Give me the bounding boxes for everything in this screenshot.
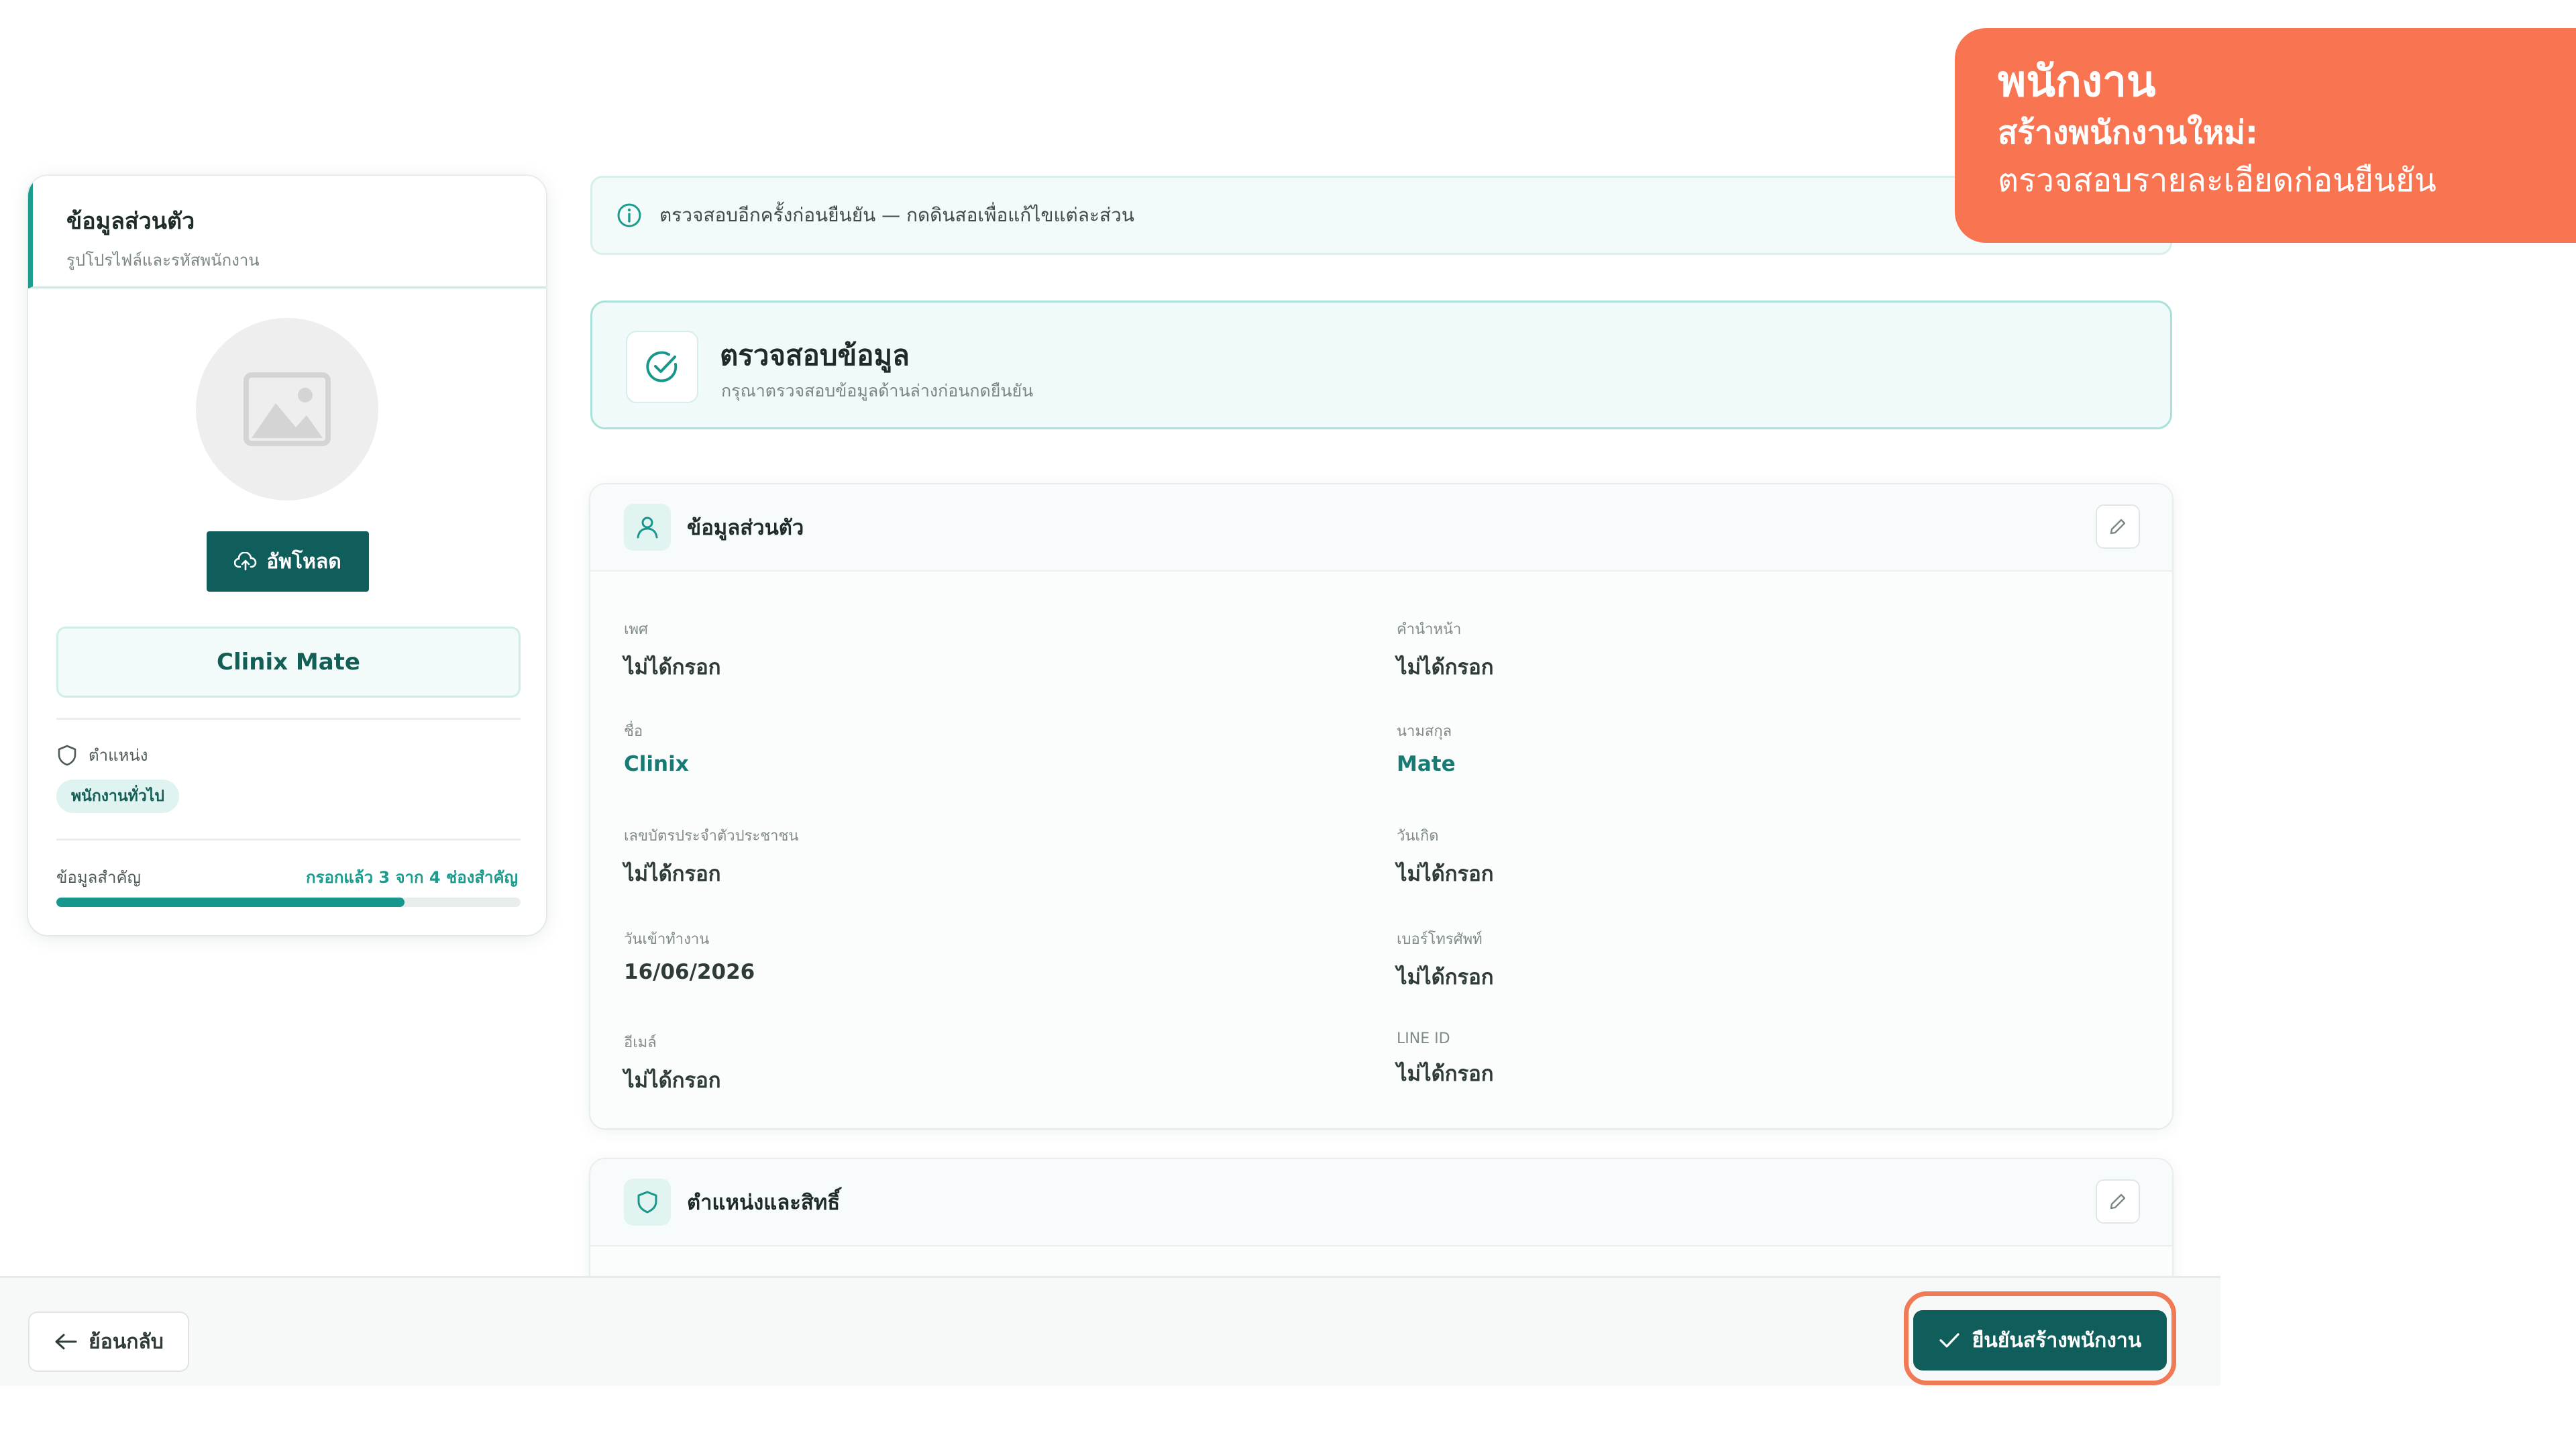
field-gender: เพศ ไม่ได้กรอก: [624, 617, 721, 684]
personal-info-title: ข้อมูลส่วนตัว: [687, 516, 804, 540]
permissions-title: ตำแหน่งและสิทธิ์: [687, 1191, 841, 1215]
progress-status: กรอกแล้ว 3 จาก 4 ช่องสำคัญ: [306, 868, 518, 887]
progress-bar-fill: [56, 898, 405, 907]
field-start-date: วันเข้าทำงาน 16/06/2026: [624, 927, 755, 984]
section-icon-box: [624, 1179, 671, 1226]
check-circle-icon: [646, 351, 678, 382]
field-last-name: นามสกุล Mate: [1397, 719, 1456, 776]
caption-description: ตรวจสอบรายละเอียดก่อนยืนยัน: [1998, 161, 2436, 199]
field-value: ไม่ได้กรอก: [624, 1069, 721, 1093]
field-value: Mate: [1397, 752, 1456, 776]
edit-permissions-button[interactable]: [2096, 1179, 2140, 1224]
field-label: ชื่อ: [624, 723, 643, 740]
field-prefix: คำนำหน้า ไม่ได้กรอก: [1397, 617, 1494, 684]
back-button[interactable]: ย้อนกลับ: [28, 1311, 189, 1372]
info-icon: [617, 203, 641, 227]
field-value: ไม่ได้กรอก: [1397, 1062, 1494, 1086]
role-label: ตำแหน่ง: [56, 742, 148, 768]
field-value: ไม่ได้กรอก: [1397, 655, 1494, 680]
field-value: 16/06/2026: [624, 960, 755, 984]
bottom-action-bar: ย้อนกลับ ยืนยันสร้างพนักงาน: [0, 1276, 2220, 1388]
arrow-left-icon: [55, 1334, 77, 1350]
user-icon: [637, 517, 658, 539]
profile-card-subtitle: รูปโปรไฟล์และรหัสพนักงาน: [66, 251, 260, 270]
personal-info-section: ข้อมูลส่วนตัว เพศ ไม่ได้กรอก คำนำหน้า ไม…: [590, 484, 2172, 1128]
info-banner-text: ตรวจสอบอีกครั้งก่อนยืนยัน — กดดินสอเพื่อ…: [659, 204, 1134, 226]
profile-card: ข้อมูลส่วนตัว รูปโปรไฟล์และรหัสพนักงาน อ…: [28, 176, 546, 935]
page-bottom-space: [0, 1386, 2576, 1449]
field-value: ไม่ได้กรอก: [1397, 965, 1494, 989]
profile-card-header: ข้อมูลส่วนตัว รูปโปรไฟล์และรหัสพนักงาน: [28, 176, 546, 288]
caption-overlay: พนักงาน สร้างพนักงานใหม่: ตรวจสอบรายละเอ…: [1955, 28, 2576, 243]
progress-label: ข้อมูลสำคัญ: [56, 868, 141, 887]
role-badge: พนักงานทั่วไป: [56, 780, 179, 813]
field-national-id: เลขบัตรประจำตัวประชาชน ไม่ได้กรอก: [624, 824, 798, 890]
field-label: LINE ID: [1397, 1030, 1450, 1047]
confirm-button-label: ยืนยันสร้างพนักงาน: [1972, 1328, 2142, 1352]
field-value: Clinix: [624, 752, 689, 776]
profile-card-title: ข้อมูลส่วนตัว: [66, 208, 195, 235]
field-label: เพศ: [624, 621, 648, 638]
info-banner: ตรวจสอบอีกครั้งก่อนยืนยัน — กดดินสอเพื่อ…: [590, 176, 2172, 255]
permissions-header: ตำแหน่งและสิทธิ์: [590, 1159, 2172, 1246]
personal-info-header: ข้อมูลส่วนตัว: [590, 484, 2172, 572]
cloud-upload-icon: [234, 552, 257, 571]
field-label: นามสกุล: [1397, 723, 1452, 740]
progress-bar: [56, 898, 521, 907]
review-header-card: ตรวจสอบข้อมูล กรุณาตรวจสอบข้อมูลด้านล่าง…: [590, 301, 2172, 429]
field-label: เลขบัตรประจำตัวประชาชน: [624, 828, 799, 845]
field-birthdate: วันเกิด ไม่ได้กรอก: [1397, 824, 1494, 890]
caption-title: พนักงาน: [1998, 57, 2156, 107]
pencil-icon: [2110, 1193, 2126, 1210]
field-label: อีเมล์: [624, 1034, 657, 1051]
field-label: วันเกิด: [1397, 828, 1439, 845]
upload-button[interactable]: อัพโหลด: [207, 531, 369, 592]
upload-button-label: อัพโหลด: [266, 549, 341, 574]
shield-icon: [637, 1191, 657, 1214]
field-label: คำนำหน้า: [1397, 621, 1462, 638]
field-phone: เบอร์โทรศัพท์ ไม่ได้กรอก: [1397, 927, 1494, 994]
divider: [56, 718, 521, 720]
field-line-id: LINE ID ไม่ได้กรอก: [1397, 1030, 1494, 1090]
edit-personal-button[interactable]: [2096, 504, 2140, 549]
field-first-name: ชื่อ Clinix: [624, 719, 689, 776]
field-value: ไม่ได้กรอก: [624, 862, 721, 886]
check-icon: [1939, 1333, 1960, 1348]
image-placeholder-icon: [244, 372, 331, 446]
caption-subtitle: สร้างพนักงานใหม่:: [1998, 113, 2259, 152]
field-value: ไม่ได้กรอก: [624, 655, 721, 680]
back-button-label: ย้อนกลับ: [89, 1330, 164, 1354]
review-subtitle: กรุณาตรวจสอบข้อมูลด้านล่างก่อนกดยืนยัน: [721, 381, 1034, 400]
shield-icon: [58, 745, 76, 765]
field-label: เบอร์โทรศัพท์: [1397, 931, 1483, 948]
confirm-create-employee-button[interactable]: ยืนยันสร้างพนักงาน: [1913, 1310, 2167, 1371]
field-email: อีเมล์ ไม่ได้กรอก: [624, 1030, 721, 1097]
role-label-text: ตำแหน่ง: [89, 746, 148, 765]
display-name: Clinix Mate: [56, 627, 521, 698]
pencil-icon: [2110, 519, 2126, 535]
field-label: วันเข้าทำงาน: [624, 931, 710, 948]
section-icon-box: [624, 504, 671, 551]
review-icon-box: [626, 331, 698, 403]
field-value: ไม่ได้กรอก: [1397, 862, 1494, 886]
avatar-placeholder: [196, 318, 378, 500]
review-title: ตรวจสอบข้อมูล: [720, 339, 910, 372]
divider: [56, 839, 521, 841]
